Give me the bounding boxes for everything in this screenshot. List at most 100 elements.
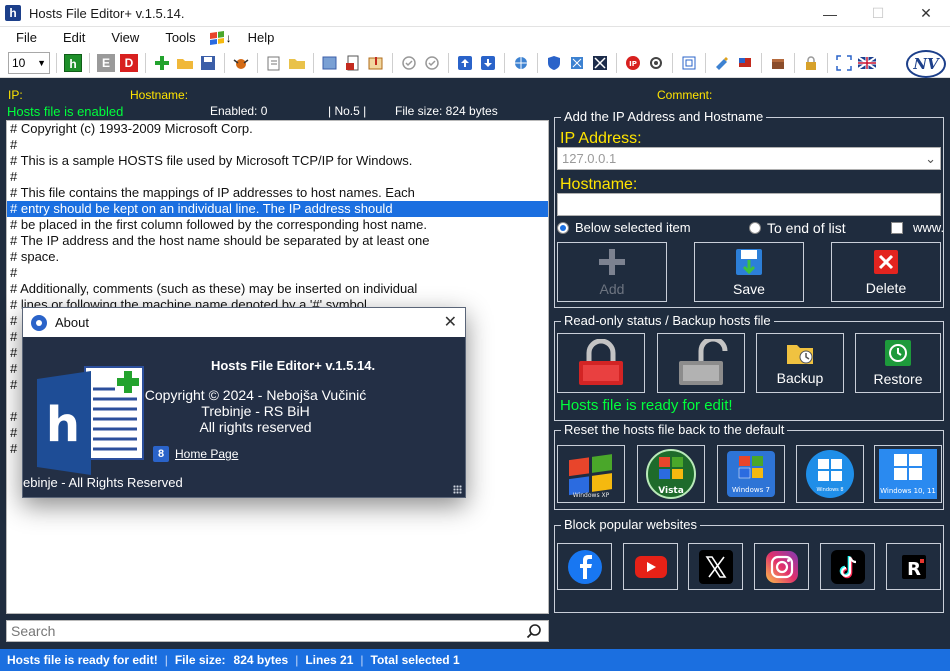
- www-checkbox[interactable]: www.: [891, 220, 944, 235]
- flag-button[interactable]: [735, 53, 755, 73]
- lock-button[interactable]: [801, 53, 821, 73]
- plus-icon: [599, 249, 625, 275]
- reset-win10-button[interactable]: Windows 10, 11: [874, 445, 942, 503]
- add-button[interactable]: Add: [557, 242, 667, 302]
- block-rumble-button[interactable]: R: [886, 543, 941, 590]
- block-facebook-button[interactable]: [557, 543, 612, 590]
- file-icon: [346, 55, 359, 70]
- edit-note-button[interactable]: [264, 53, 284, 73]
- resize-grip-icon[interactable]: [453, 485, 462, 494]
- menu-windows[interactable]: ↓: [209, 31, 232, 45]
- block-button[interactable]: [590, 53, 610, 73]
- file-red-button[interactable]: [343, 53, 363, 73]
- radio-end-of-list[interactable]: To end of list: [749, 220, 846, 236]
- home-page-label[interactable]: Home Page: [175, 447, 238, 461]
- globe-icon: [515, 56, 527, 69]
- h-icon: h: [64, 53, 82, 72]
- x-icon: [698, 549, 733, 584]
- reset-win8-button[interactable]: Windows 8: [796, 445, 864, 503]
- column-comment: Comment:: [657, 88, 713, 102]
- package-button[interactable]: [768, 53, 788, 73]
- search-input[interactable]: Search: [6, 620, 549, 642]
- check-circle-icon: [402, 55, 416, 70]
- backup-label: Backup: [776, 370, 824, 386]
- move-down-button[interactable]: [478, 53, 498, 73]
- editor-line[interactable]: #: [7, 169, 548, 185]
- menu-tools[interactable]: Tools: [149, 27, 205, 48]
- reset-win7-button[interactable]: Windows 7: [717, 445, 785, 503]
- status-separator: |: [295, 653, 299, 667]
- move-up-button[interactable]: [455, 53, 475, 73]
- home-page-link[interactable]: 8 Home Page: [153, 446, 238, 462]
- lock-readonly-button[interactable]: [557, 333, 645, 393]
- restore-label: Restore: [873, 371, 923, 387]
- menu-view[interactable]: View: [95, 27, 149, 48]
- dns-button[interactable]: [646, 53, 666, 73]
- about-titlebar: About ✕: [23, 308, 465, 337]
- export-button[interactable]: [320, 53, 340, 73]
- radio-below-selected[interactable]: Below selected item: [557, 220, 691, 235]
- check-all-button[interactable]: [422, 53, 442, 73]
- editor-line[interactable]: # space.: [7, 249, 548, 265]
- editor-line[interactable]: # Copyright (c) 1993-2009 Microsoft Corp…: [7, 121, 548, 137]
- delete-button[interactable]: Delete: [831, 242, 941, 302]
- window-controls: — ☐ ✕: [806, 0, 950, 27]
- import-button[interactable]: [366, 53, 386, 73]
- block-x-button[interactable]: [688, 543, 743, 590]
- brush-button[interactable]: [712, 53, 732, 73]
- web-button[interactable]: [511, 53, 531, 73]
- network-button[interactable]: [567, 53, 587, 73]
- editor-line[interactable]: #: [7, 265, 548, 281]
- language-button[interactable]: [857, 53, 877, 73]
- window-title: Hosts File Editor+ v.1.5.14.: [29, 5, 185, 21]
- enable-button[interactable]: E: [96, 53, 116, 73]
- folder-yellow-button[interactable]: [287, 53, 307, 73]
- check-button[interactable]: [399, 53, 419, 73]
- ip-address-combo[interactable]: 127.0.0.1 ⌄: [557, 147, 941, 170]
- floppy-icon: [736, 249, 762, 275]
- svg-text:IP: IP: [629, 60, 637, 68]
- hosts-button[interactable]: h: [63, 53, 83, 73]
- ip-button[interactable]: IP: [623, 53, 643, 73]
- zoom-combo[interactable]: 10 ▼: [8, 51, 50, 74]
- hostname-field[interactable]: [557, 193, 941, 216]
- disable-button[interactable]: D: [119, 53, 139, 73]
- block-youtube-button[interactable]: [623, 543, 678, 590]
- reset-winxp-button[interactable]: Windows XP: [557, 445, 625, 503]
- tools-button[interactable]: [231, 53, 251, 73]
- restore-button[interactable]: Restore: [855, 333, 941, 393]
- maximize-button[interactable]: ☐: [854, 0, 902, 27]
- search-icon[interactable]: [526, 623, 542, 639]
- editor-line[interactable]: # This file contains the mappings of IP …: [7, 185, 548, 201]
- fullscreen-button[interactable]: [834, 53, 854, 73]
- unlock-button[interactable]: [657, 333, 745, 393]
- menu-help[interactable]: Help: [232, 27, 285, 48]
- block-instagram-button[interactable]: [754, 543, 809, 590]
- home-page-icon: 8: [153, 446, 169, 462]
- grid-button[interactable]: [679, 53, 699, 73]
- save-button[interactable]: Save: [694, 242, 804, 302]
- reset-vista-button[interactable]: Vista: [637, 445, 705, 503]
- menu-file[interactable]: File: [0, 27, 47, 48]
- shield-button[interactable]: [544, 53, 564, 73]
- save-toolbar-button[interactable]: [198, 53, 218, 73]
- editor-line[interactable]: #: [7, 137, 548, 153]
- svg-text:Windows 7: Windows 7: [732, 486, 770, 494]
- block-tiktok-button[interactable]: [820, 543, 875, 590]
- minimize-button[interactable]: —: [806, 0, 854, 27]
- about-close-icon[interactable]: ✕: [444, 312, 457, 332]
- note-icon: [267, 56, 280, 70]
- open-folder-button[interactable]: [175, 53, 195, 73]
- menu-edit[interactable]: Edit: [47, 27, 95, 48]
- about-footer: ebinje - All Rights Reserved: [23, 475, 183, 490]
- editor-line[interactable]: # entry should be kept on an individual …: [7, 201, 548, 217]
- windows-vista-icon: Vista: [646, 449, 696, 499]
- editor-line[interactable]: # This is a sample HOSTS file used by Mi…: [7, 153, 548, 169]
- close-button[interactable]: ✕: [902, 0, 950, 27]
- editor-line[interactable]: # be placed in the first column followed…: [7, 217, 548, 233]
- backup-button[interactable]: Backup: [756, 333, 844, 393]
- editor-line[interactable]: # The IP address and the host name shoul…: [7, 233, 548, 249]
- editor-line[interactable]: # Additionally, comments (such as these)…: [7, 281, 548, 297]
- toolbar-separator: [56, 52, 57, 73]
- add-toolbar-button[interactable]: [152, 53, 172, 73]
